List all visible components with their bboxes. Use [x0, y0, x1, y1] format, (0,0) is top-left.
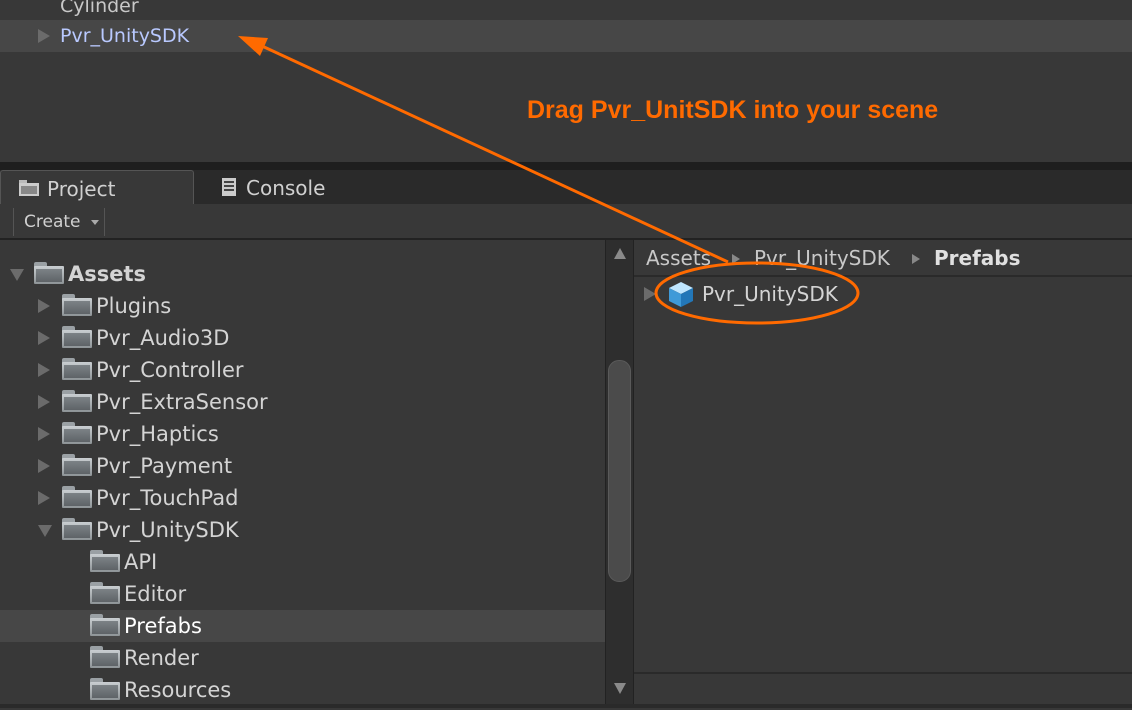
expand-arrow-icon[interactable] — [38, 395, 50, 409]
tree-item-pvr-haptics[interactable]: Pvr_Haptics — [0, 418, 605, 450]
tree-item-pvr-extrasensor[interactable]: Pvr_ExtraSensor — [0, 386, 605, 418]
folder-icon — [34, 262, 64, 284]
breadcrumb-item-assets[interactable]: Assets — [646, 240, 711, 276]
expand-arrow-icon[interactable] — [38, 299, 50, 313]
hierarchy-item-label: Cylinder — [60, 0, 139, 17]
hierarchy-panel: Cylinder Pvr_UnitySDK — [0, 0, 1132, 162]
tree-item-assets[interactable]: Assets — [0, 258, 605, 290]
hierarchy-item-label: Pvr_UnitySDK — [60, 25, 190, 47]
asset-item-label: Pvr_UnitySDK — [702, 282, 838, 306]
tree-item-label: Pvr_Haptics — [96, 422, 219, 446]
scroll-down-arrow-icon[interactable] — [614, 683, 626, 694]
folder-icon — [62, 326, 92, 348]
tree-item-label: Pvr_ExtraSensor — [96, 390, 268, 414]
tree-item-pvr-unitysdk[interactable]: Pvr_UnitySDK — [0, 514, 605, 546]
expand-arrow-icon[interactable] — [38, 331, 50, 345]
tree-item-label: API — [124, 550, 158, 574]
folder-icon — [90, 678, 120, 700]
tree-item-prefabs[interactable]: Prefabs — [0, 610, 605, 642]
tree-item-render[interactable]: Render — [0, 642, 605, 674]
expand-arrow-icon[interactable] — [38, 459, 50, 473]
expand-arrow-icon[interactable] — [38, 491, 50, 505]
tree-item-label: Editor — [124, 582, 187, 606]
create-button-label: Create — [24, 212, 81, 232]
asset-item-pvr-unitysdk[interactable]: Pvr_UnitySDK — [634, 278, 1132, 310]
create-button[interactable]: Create — [13, 208, 105, 236]
expand-arrow-icon[interactable] — [644, 287, 656, 301]
collapse-arrow-icon[interactable] — [10, 269, 24, 281]
breadcrumb-item-prefabs[interactable]: Prefabs — [934, 240, 1021, 276]
scroll-up-arrow-icon[interactable] — [614, 248, 626, 259]
hierarchy-item-cylinder[interactable]: Cylinder — [0, 0, 1132, 22]
tree-item-plugins[interactable]: Plugins — [0, 290, 605, 322]
expand-arrow-icon[interactable] — [38, 363, 50, 377]
folder-icon — [90, 614, 120, 636]
breadcrumb-separator-icon — [912, 254, 920, 264]
folder-icon — [62, 390, 92, 412]
tree-item-pvr-touchpad[interactable]: Pvr_TouchPad — [0, 482, 605, 514]
breadcrumb-item-pvr-unitysdk[interactable]: Pvr_UnitySDK — [754, 240, 890, 276]
tab-console[interactable]: Console — [218, 170, 378, 204]
collapse-arrow-icon[interactable] — [38, 525, 52, 537]
tab-project-label: Project — [47, 177, 116, 201]
panel-divider[interactable] — [0, 162, 1132, 170]
project-toolbar: Create — [0, 204, 1132, 240]
project-folder-tree: Assets Plugins Pvr_Audio3D Pvr_Controlle… — [0, 240, 605, 708]
tree-item-pvr-audio3d[interactable]: Pvr_Audio3D — [0, 322, 605, 354]
folder-icon — [62, 422, 92, 444]
folder-icon — [62, 294, 92, 316]
tree-item-label: Plugins — [96, 294, 172, 318]
folder-icon — [62, 358, 92, 380]
folder-icon — [19, 180, 39, 196]
tree-item-label: Prefabs — [124, 614, 202, 638]
tree-item-label: Render — [124, 646, 199, 670]
tree-item-label: Pvr_TouchPad — [96, 486, 239, 510]
hierarchy-item-pvr-unitysdk[interactable]: Pvr_UnitySDK — [0, 20, 1132, 52]
project-assets-pane: Assets Pvr_UnitySDK Prefabs Pvr_UnitySDK — [634, 240, 1132, 710]
folder-icon — [62, 518, 92, 540]
tree-scrollbar[interactable] — [605, 240, 634, 708]
folder-icon — [90, 550, 120, 572]
tree-item-pvr-payment[interactable]: Pvr_Payment — [0, 450, 605, 482]
tree-item-label: Pvr_Payment — [96, 454, 233, 478]
folder-icon — [90, 646, 120, 668]
folder-icon — [62, 486, 92, 508]
expand-arrow-icon[interactable] — [38, 29, 50, 43]
tree-item-label: Pvr_Controller — [96, 358, 244, 382]
tree-item-label: Assets — [68, 262, 147, 286]
prefab-cube-icon — [669, 282, 693, 307]
tree-item-editor[interactable]: Editor — [0, 578, 605, 610]
folder-icon — [90, 582, 120, 604]
breadcrumb: Assets Pvr_UnitySDK Prefabs — [634, 240, 1132, 277]
expand-arrow-icon[interactable] — [38, 427, 50, 441]
tree-item-label: Pvr_Audio3D — [96, 326, 230, 350]
folder-icon — [62, 454, 92, 476]
scrollbar-thumb[interactable] — [608, 360, 631, 582]
tree-item-api[interactable]: API — [0, 546, 605, 578]
breadcrumb-separator-icon — [732, 254, 740, 264]
tab-bar: Project Console — [0, 170, 1132, 204]
tab-console-label: Console — [246, 176, 326, 200]
panel-bottom-border — [0, 704, 1132, 708]
console-icon — [222, 178, 236, 196]
tree-item-resources[interactable]: Resources — [0, 674, 605, 706]
tree-item-label: Pvr_UnitySDK — [96, 518, 239, 542]
tree-item-pvr-controller[interactable]: Pvr_Controller — [0, 354, 605, 386]
tab-project[interactable]: Project — [0, 170, 194, 204]
annotation-text: Drag Pvr_UnitSDK into your scene — [527, 96, 939, 124]
tree-item-label: Resources — [124, 678, 232, 702]
dropdown-caret-icon — [91, 220, 99, 225]
